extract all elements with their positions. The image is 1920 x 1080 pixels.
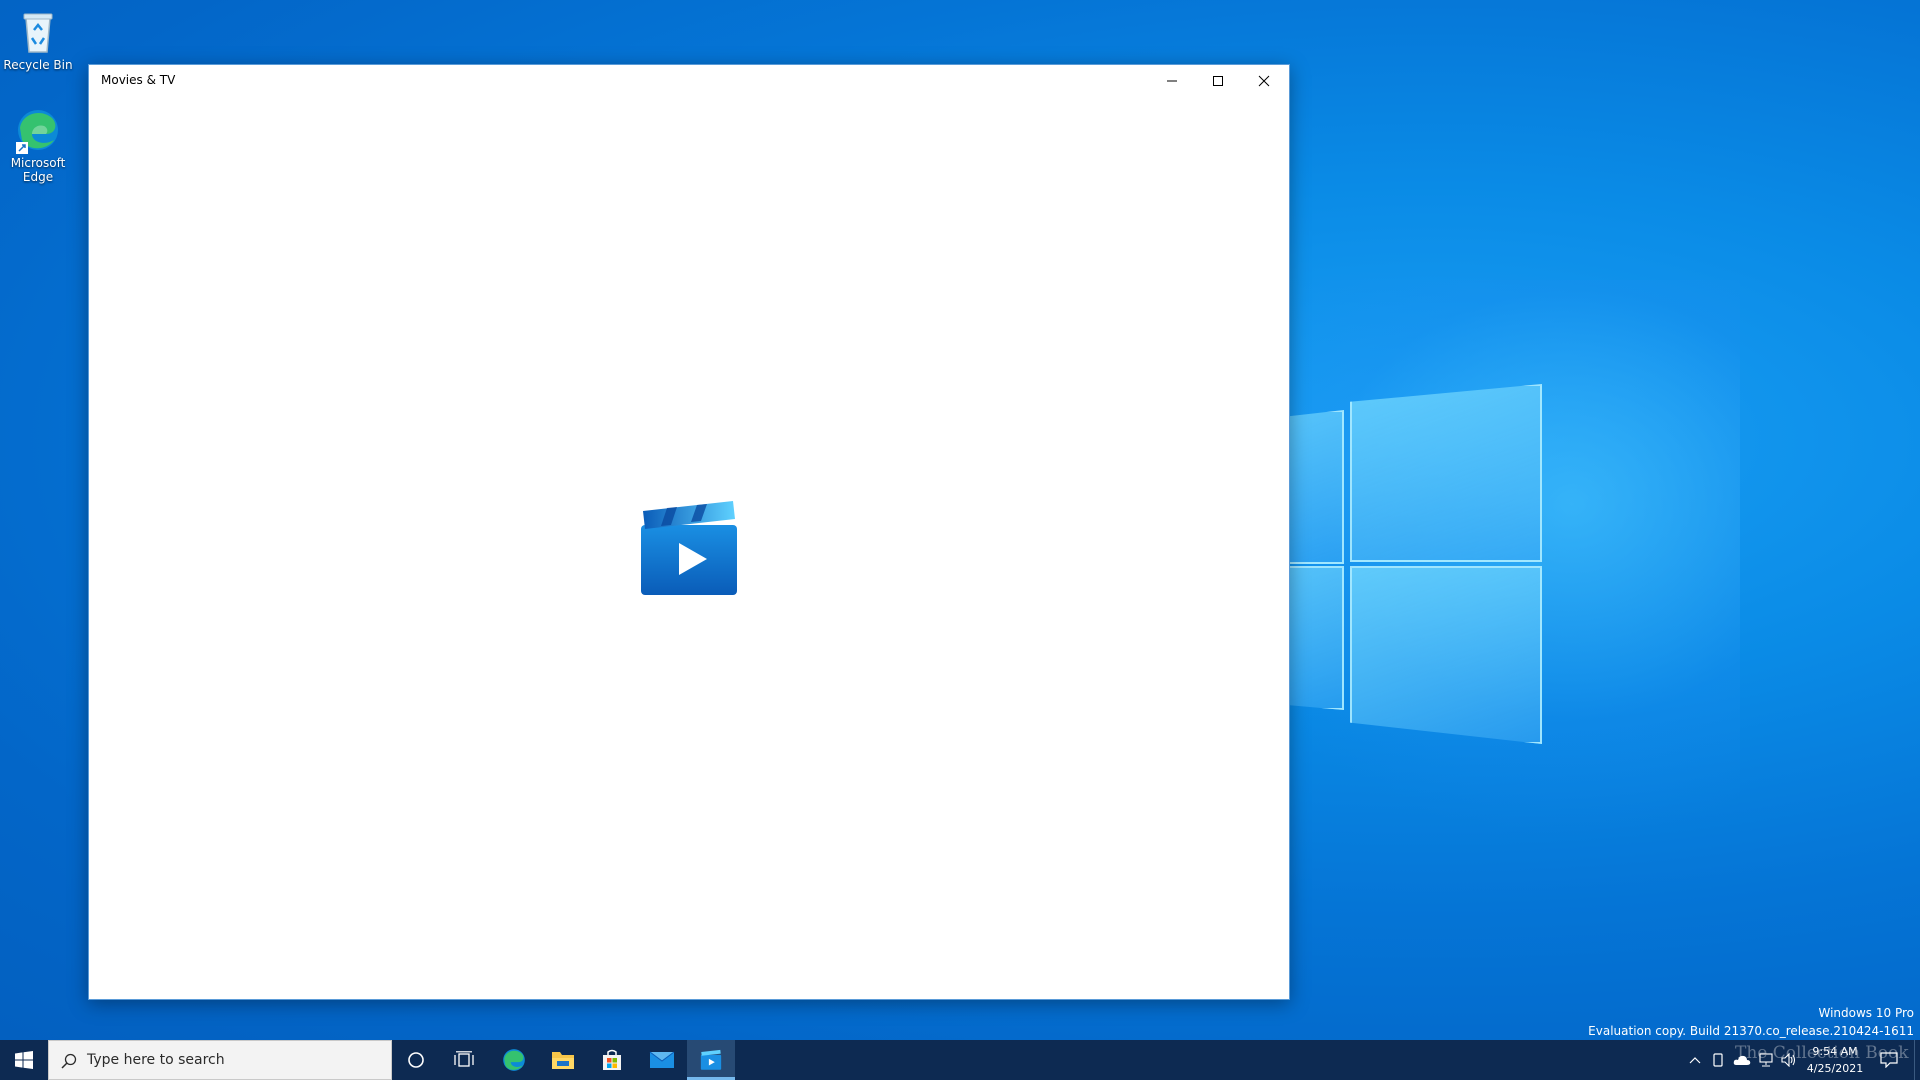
minimize-button[interactable] xyxy=(1149,65,1195,97)
chevron-up-icon xyxy=(1689,1057,1701,1064)
desktop-icon-label: Recycle Bin xyxy=(3,58,73,72)
recycle-bin-icon xyxy=(14,8,62,56)
action-center-button[interactable] xyxy=(1877,1048,1901,1072)
cortana-button[interactable] xyxy=(392,1040,440,1080)
window-title: Movies & TV xyxy=(101,73,176,87)
tray-onedrive-button[interactable] xyxy=(1733,1048,1751,1072)
windows-logo-pane xyxy=(1350,566,1542,744)
taskbar: Type here to search xyxy=(0,1040,1920,1080)
network-icon xyxy=(1759,1053,1773,1067)
edition-watermark: Windows 10 Pro xyxy=(1818,1006,1914,1020)
close-button[interactable] xyxy=(1241,65,1287,97)
taskbar-file-explorer-button[interactable] xyxy=(539,1040,587,1080)
taskbar-movies-tv-button[interactable] xyxy=(687,1040,735,1080)
tray-overflow-button[interactable] xyxy=(1686,1048,1704,1072)
edge-icon xyxy=(14,106,62,154)
minimize-icon xyxy=(1167,80,1177,82)
task-view-icon xyxy=(454,1051,474,1067)
maximize-icon xyxy=(1213,76,1223,86)
clock-date: 4/25/2021 xyxy=(1806,1062,1864,1075)
desktop-icon-recycle-bin[interactable]: Recycle Bin xyxy=(0,8,76,72)
movies-tv-icon xyxy=(700,1049,722,1070)
store-icon xyxy=(603,1049,621,1070)
cortana-icon xyxy=(408,1052,424,1068)
show-desktop-button[interactable] xyxy=(1914,1040,1920,1080)
windows-logo-pane xyxy=(1350,384,1542,562)
onedrive-icon xyxy=(1733,1055,1751,1065)
maximize-button[interactable] xyxy=(1195,65,1241,97)
file-explorer-icon xyxy=(552,1052,574,1069)
mail-icon xyxy=(649,1051,675,1068)
build-watermark: Evaluation copy. Build 21370.co_release.… xyxy=(1588,1024,1914,1038)
desktop: Recycle Bin Microsoft Edge Windows 10 Pr… xyxy=(0,0,1920,1040)
movies-tv-window[interactable]: Movies & TV xyxy=(88,64,1290,1000)
notification-icon xyxy=(1880,1052,1898,1068)
taskbar-mail-button[interactable] xyxy=(638,1040,686,1080)
device-icon xyxy=(1713,1053,1723,1067)
close-icon xyxy=(1258,75,1270,87)
search-box[interactable]: Type here to search xyxy=(48,1040,392,1080)
tray-network-button[interactable] xyxy=(1757,1048,1775,1072)
start-icon xyxy=(15,1051,33,1069)
desktop-icon-label: Microsoft Edge xyxy=(10,156,66,184)
taskbar-store-button[interactable] xyxy=(588,1040,636,1080)
search-icon xyxy=(61,1053,77,1069)
title-bar[interactable]: Movies & TV xyxy=(89,65,1289,97)
clock-time: 9:54 AM xyxy=(1812,1045,1858,1058)
search-placeholder: Type here to search xyxy=(87,1052,225,1068)
movies-tv-logo-icon xyxy=(637,497,741,601)
desktop-icon-microsoft-edge[interactable]: Microsoft Edge xyxy=(0,106,76,184)
taskbar-clock[interactable]: 9:54 AM 4/25/2021 xyxy=(1795,1043,1875,1077)
edge-icon xyxy=(503,1049,525,1071)
task-view-button[interactable] xyxy=(440,1040,488,1080)
tray-device-button[interactable] xyxy=(1709,1048,1727,1072)
taskbar-edge-button[interactable] xyxy=(490,1040,538,1080)
start-button[interactable] xyxy=(0,1040,48,1080)
